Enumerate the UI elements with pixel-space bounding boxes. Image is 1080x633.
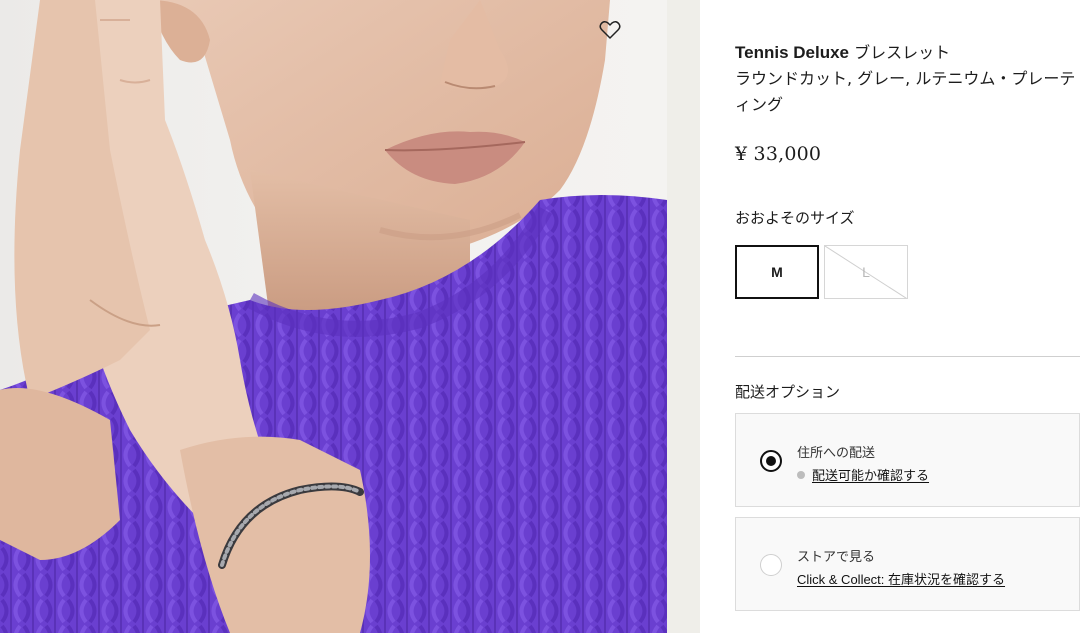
product-subtitle: ラウンドカット, グレー, ルテニウム・プレーティング — [735, 69, 1076, 114]
product-brand-name: Tennis Deluxe — [735, 43, 849, 62]
heart-outline-icon — [599, 20, 621, 39]
product-title: Tennis Deluxe ブレスレット ラウンドカット, グレー, ルテニウム… — [735, 40, 1080, 118]
product-image — [0, 0, 667, 633]
status-dot-icon — [797, 470, 805, 479]
product-info-panel: Tennis Deluxe ブレスレット ラウンドカット, グレー, ルテニウム… — [735, 0, 1080, 633]
shipping-option-store-pickup[interactable]: ストアで見る Click & Collect: 在庫状況を確認する — [735, 517, 1080, 611]
radio-selected-icon[interactable] — [760, 450, 782, 472]
radio-unselected-icon[interactable] — [760, 554, 782, 576]
product-title-suffix: ブレスレット — [854, 43, 951, 62]
shipping-option-title: ストアで見る — [797, 550, 876, 565]
shipping-options-label: 配送オプション — [735, 383, 841, 401]
shipping-option-availability: 配送可能か確認する — [797, 465, 929, 484]
size-option-label: M — [771, 264, 783, 280]
size-option-l-unavailable[interactable]: L — [824, 245, 908, 299]
shipping-option-home-delivery[interactable]: 住所への配送 配送可能か確認する — [735, 413, 1080, 507]
section-divider — [735, 356, 1080, 357]
size-label: おおよそのサイズ — [735, 209, 855, 227]
model-wearing-bracelet-illustration — [0, 0, 667, 633]
size-option-label: L — [862, 264, 870, 280]
image-gutter — [667, 0, 700, 633]
product-price: ¥ 33,000 — [735, 143, 822, 165]
shipping-option-title: 住所への配送 — [797, 446, 876, 461]
click-and-collect-link[interactable]: Click & Collect: 在庫状況を確認する — [797, 569, 1005, 588]
size-option-m[interactable]: M — [735, 245, 819, 299]
wishlist-button[interactable] — [599, 20, 641, 62]
check-delivery-link[interactable]: 配送可能か確認する — [812, 465, 929, 484]
